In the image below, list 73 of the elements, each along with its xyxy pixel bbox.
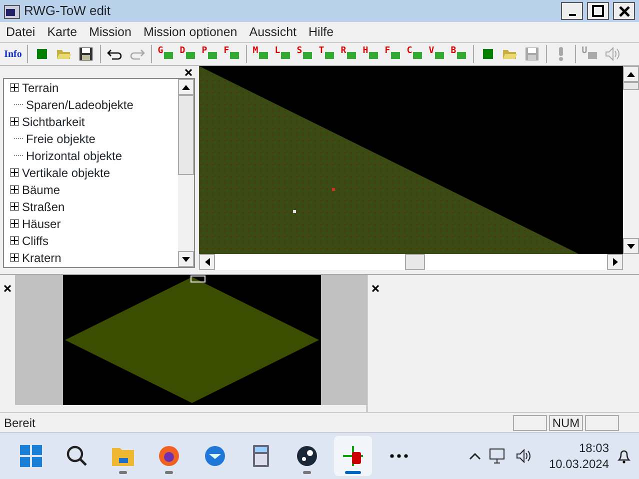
- tree-item[interactable]: Vertikale objekte: [22, 164, 110, 182]
- close-icon[interactable]: [185, 68, 192, 76]
- status-pane: [585, 414, 619, 430]
- monitor-icon: [488, 447, 507, 465]
- tree-item[interactable]: Cliffs: [22, 232, 48, 250]
- chevron-up-icon: [468, 452, 481, 460]
- scroll-right-button[interactable]: [607, 254, 623, 270]
- square-icon: [482, 48, 494, 60]
- info-button[interactable]: Info: [2, 44, 24, 64]
- menu-item[interactable]: Mission optionen: [137, 22, 244, 42]
- tree-item[interactable]: Häuser: [22, 214, 61, 232]
- tree-item[interactable]: Sichtbarkeit: [22, 112, 85, 130]
- scroll-up-button[interactable]: [178, 79, 194, 95]
- scroll-left-button[interactable]: [199, 254, 215, 270]
- maximize-icon: [592, 5, 604, 17]
- scroll-thumb[interactable]: [405, 254, 425, 270]
- expand-icon[interactable]: [10, 168, 19, 177]
- triangle-down-icon: [182, 256, 190, 262]
- speaker-icon: [514, 448, 533, 464]
- triangle-up-icon: [182, 84, 190, 90]
- status-text: Bereit: [4, 414, 36, 432]
- menu-item[interactable]: Datei: [0, 22, 42, 42]
- exclamation-icon: [557, 46, 565, 62]
- menu-item[interactable]: Aussicht: [243, 22, 303, 42]
- expand-icon[interactable]: [10, 219, 19, 228]
- close-button[interactable]: [613, 2, 635, 20]
- expand-icon[interactable]: [10, 117, 19, 126]
- tree-item[interactable]: Kratern: [22, 248, 62, 266]
- square-icon: [36, 48, 48, 60]
- triangle-up-icon: [627, 72, 635, 76]
- scroll-thumb[interactable]: [623, 82, 639, 90]
- folder-icon: [56, 48, 72, 60]
- scroll-down-button[interactable]: [623, 238, 639, 254]
- windows-logo-icon: [19, 444, 43, 468]
- bell-icon: [617, 448, 631, 464]
- tree-item[interactable]: Sparen/Ladeobjekte: [26, 96, 134, 114]
- triangle-right-icon: [612, 258, 618, 266]
- search-icon: [65, 444, 89, 468]
- tree-item[interactable]: Bäume: [22, 180, 60, 198]
- app-icon: [4, 4, 20, 19]
- window-title: RWG-ToW edit: [24, 2, 110, 20]
- expand-icon[interactable]: [10, 253, 19, 262]
- tree-item[interactable]: Freie objekte: [26, 130, 96, 148]
- folder-icon: [502, 48, 518, 60]
- triangle-left-icon: [204, 258, 210, 266]
- menu-item[interactable]: Karte: [41, 22, 84, 42]
- menu-item[interactable]: Hilfe: [302, 22, 340, 42]
- scroll-down-button[interactable]: [178, 251, 194, 267]
- scroll-up-button[interactable]: [623, 66, 639, 82]
- expand-icon[interactable]: [10, 83, 19, 92]
- minimize-button[interactable]: [561, 2, 583, 20]
- maximize-button[interactable]: [587, 2, 609, 20]
- expand-icon[interactable]: [10, 236, 19, 245]
- minimize-icon: [568, 14, 576, 16]
- clock-date[interactable]: 10.03.2024: [548, 456, 609, 472]
- close-icon[interactable]: [372, 285, 379, 292]
- tree-item[interactable]: Horizontal objekte: [26, 146, 122, 164]
- undo-icon: [107, 47, 123, 61]
- scroll-thumb[interactable]: [178, 95, 194, 175]
- redo-icon: [129, 47, 145, 61]
- close-icon: [618, 6, 630, 16]
- expand-icon[interactable]: [10, 202, 19, 211]
- more-icon: [390, 454, 408, 458]
- tree-item[interactable]: Straßen: [22, 198, 65, 216]
- status-indicator: NUM: [549, 414, 583, 430]
- speaker-icon: [604, 47, 620, 61]
- tree-item[interactable]: Terrain: [22, 78, 59, 96]
- triangle-down-icon: [627, 244, 635, 248]
- close-icon[interactable]: [4, 285, 11, 292]
- expand-icon[interactable]: [10, 185, 19, 194]
- menu-item[interactable]: Mission: [83, 22, 138, 42]
- clock-time[interactable]: 18:03: [578, 440, 609, 456]
- status-pane: [513, 414, 547, 430]
